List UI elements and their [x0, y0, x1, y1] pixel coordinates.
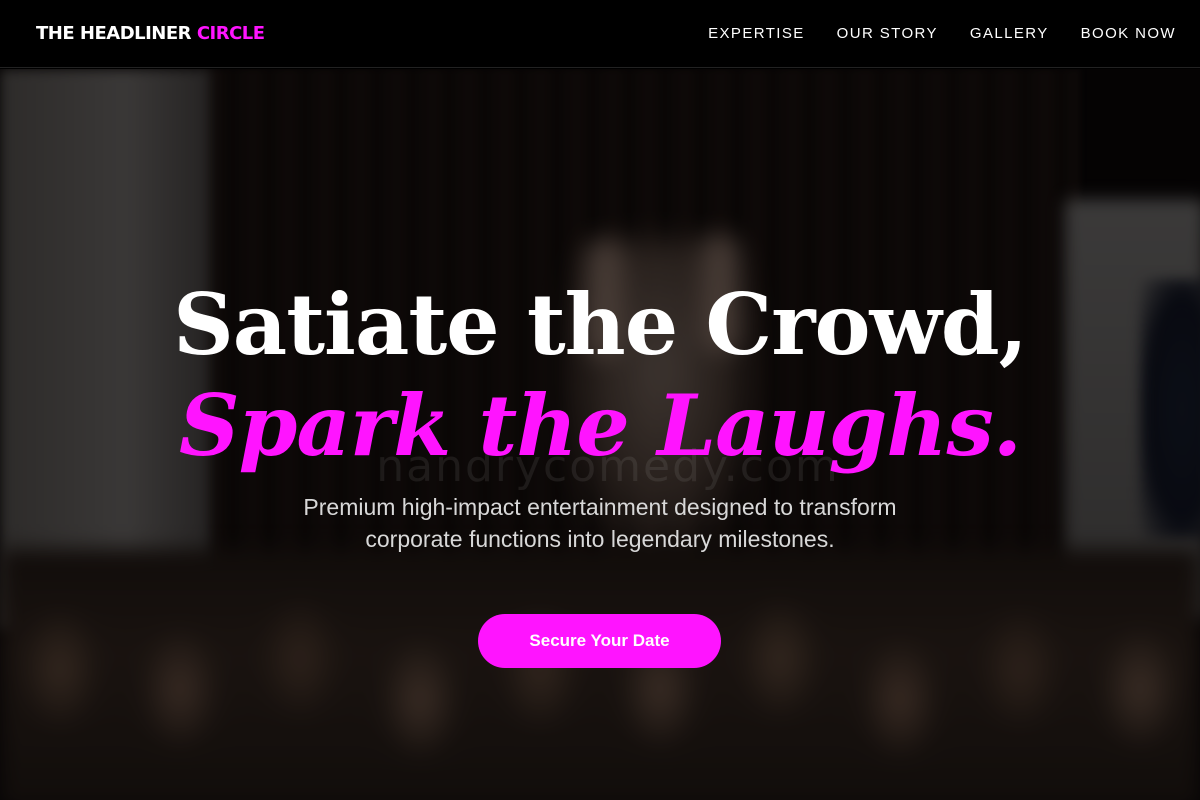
hero-subtitle: Premium high-impact entertainment design… — [303, 494, 897, 552]
main-nav: EXPERTISE OUR STORY GALLERY BOOK NOW — [676, 25, 1176, 42]
nav-link-expertise[interactable]: EXPERTISE — [708, 25, 805, 42]
hero-section: nandrycomedy.com Satiate the Crowd, Spar… — [0, 69, 1200, 800]
logo[interactable]: THE HEADLINER CIRCLE — [36, 23, 265, 44]
nav-link-gallery[interactable]: GALLERY — [970, 25, 1049, 42]
secure-your-date-button[interactable]: Secure Your Date — [478, 614, 721, 668]
hero-headline-line1: Satiate the Crowd, — [173, 275, 1028, 374]
hero-headline-line2: Spark the Laughs. — [179, 376, 1022, 475]
logo-primary-text: THE HEADLINER — [36, 23, 192, 44]
site-header: THE HEADLINER CIRCLE EXPERTISE OUR STORY… — [0, 0, 1200, 68]
logo-accent-text: CIRCLE — [196, 23, 265, 44]
nav-link-book-now[interactable]: BOOK NOW — [1081, 25, 1176, 42]
nav-link-our-story[interactable]: OUR STORY — [837, 25, 938, 42]
